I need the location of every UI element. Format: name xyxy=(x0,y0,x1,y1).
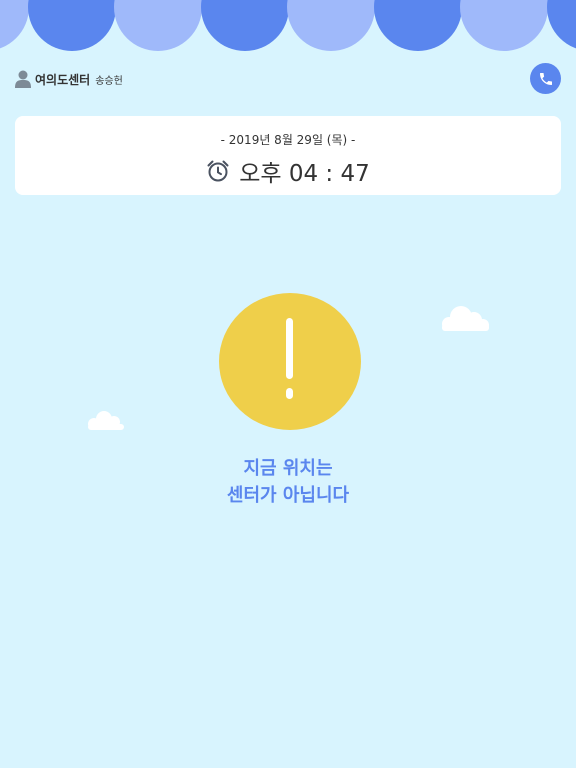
exclamation-dot xyxy=(286,388,293,399)
warning-line-2: 센터가 아닙니다 xyxy=(226,485,350,506)
exclamation-icon xyxy=(219,293,361,430)
user-name: 송승헌 xyxy=(95,75,123,87)
warning-line-1: 지금 위치는 xyxy=(243,458,333,479)
phone-icon xyxy=(539,72,552,85)
awning-decoration xyxy=(0,0,576,51)
current-date: - 2019년 8월 29일 (목) - xyxy=(220,133,356,147)
current-time: 오후 04 : 47 xyxy=(239,161,370,187)
cloud-icon xyxy=(442,306,489,331)
current-time-row: 오후 04 : 47 xyxy=(15,154,561,188)
center-name: 여의도센터 xyxy=(35,72,91,87)
user-info: 여의도센터 송승헌 xyxy=(15,70,123,88)
cloud-icon xyxy=(88,411,124,430)
user-icon xyxy=(15,70,31,88)
call-button[interactable] xyxy=(530,63,561,94)
exclamation-bar xyxy=(286,318,293,379)
date-time-card: - 2019년 8월 29일 (목) - 오후 04 : 47 xyxy=(15,116,561,195)
alarm-clock-icon xyxy=(207,160,229,182)
header-bar: 여의도센터 송승헌 xyxy=(0,62,576,96)
location-warning-message: 지금 위치는 센터가 아닙니다 xyxy=(0,455,576,509)
